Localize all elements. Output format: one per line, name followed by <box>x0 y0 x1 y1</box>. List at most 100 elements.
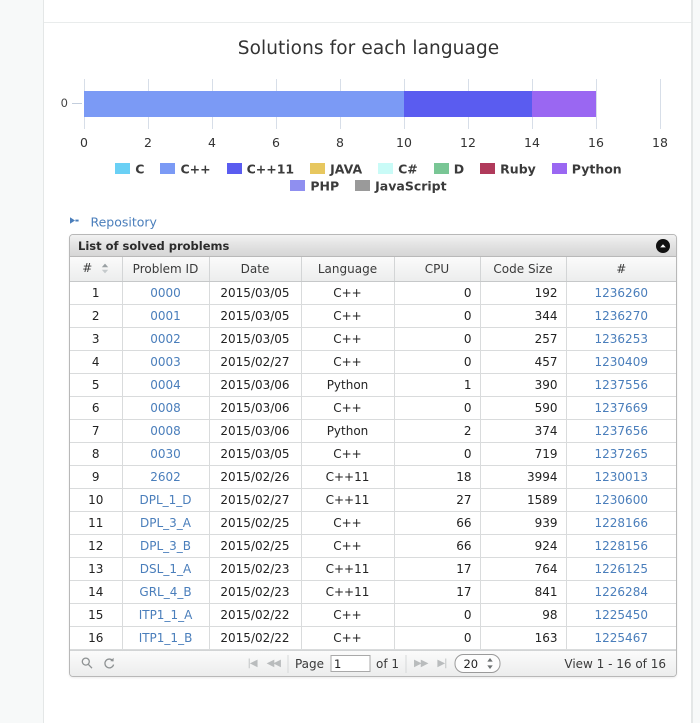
cell-id-link[interactable]: 1225450 <box>595 608 648 622</box>
cell-problem-id[interactable]: 0003 <box>122 350 210 374</box>
cell-problem-id-link[interactable]: 0008 <box>150 401 181 415</box>
cell-id[interactable]: 1225450 <box>566 603 676 627</box>
cell-id[interactable]: 1225467 <box>566 626 676 650</box>
cell-problem-id[interactable]: DPL_3_B <box>122 534 210 558</box>
cell-id[interactable]: 1230600 <box>566 488 676 512</box>
prev-page-icon[interactable]: ◀◀ <box>265 658 282 669</box>
table-row[interactable]: 5 0004 2015/03/06 Python 1 390 1237556 <box>70 373 676 397</box>
repository-link[interactable]: Repository <box>90 215 156 230</box>
cell-id[interactable]: 1237265 <box>566 442 676 466</box>
legend-item-python[interactable]: Python <box>551 161 622 176</box>
refresh-icon[interactable] <box>102 656 116 673</box>
cell-problem-id-link[interactable]: 0000 <box>150 286 181 300</box>
table-row[interactable]: 1 0000 2015/03/05 C++ 0 192 1236260 <box>70 281 676 305</box>
cell-problem-id-link[interactable]: ITP1_1_A <box>139 608 193 622</box>
cell-problem-id-link[interactable]: GRL_4_B <box>139 585 191 599</box>
table-row[interactable]: 12 DPL_3_B 2015/02/25 C++ 66 924 1228156 <box>70 534 676 558</box>
column-header-cpu[interactable]: CPU <box>394 257 481 282</box>
cell-id-link[interactable]: 1237656 <box>595 424 648 438</box>
cell-problem-id[interactable]: 0008 <box>122 419 210 443</box>
table-row[interactable]: 2 0001 2015/03/05 C++ 0 344 1236270 <box>70 304 676 328</box>
table-row[interactable]: 9 2602 2015/02/26 C++11 18 3994 1230013 <box>70 465 676 489</box>
cell-id-link[interactable]: 1228156 <box>595 539 648 553</box>
cell-id-link[interactable]: 1226125 <box>595 562 648 576</box>
column-header-num[interactable]: # <box>70 257 123 282</box>
cell-problem-id-link[interactable]: 0002 <box>150 332 181 346</box>
cell-problem-id[interactable]: 0000 <box>122 281 210 305</box>
cell-id[interactable]: 1228166 <box>566 511 676 535</box>
cell-problem-id[interactable]: DPL_3_A <box>122 511 210 535</box>
cell-id-link[interactable]: 1237669 <box>595 401 648 415</box>
page-size-select[interactable]: 20 <box>454 654 501 673</box>
cell-id-link[interactable]: 1230013 <box>595 470 648 484</box>
table-row[interactable]: 13 DSL_1_A 2015/02/23 C++11 17 764 1226125 <box>70 557 676 581</box>
legend-item-java[interactable]: JAVA <box>310 161 362 176</box>
legend-item-php[interactable]: PHP <box>290 178 339 194</box>
table-row[interactable]: 10 DPL_1_D 2015/02/27 C++11 27 1589 1230600 <box>70 488 676 512</box>
cell-id[interactable]: 1237556 <box>566 373 676 397</box>
cell-id[interactable]: 1226125 <box>566 557 676 581</box>
cell-problem-id-link[interactable]: DPL_3_B <box>140 539 191 553</box>
column-header-date[interactable]: Date <box>209 257 302 282</box>
table-row[interactable]: 16 ITP1_1_B 2015/02/22 C++ 0 163 1225467 <box>70 626 676 650</box>
table-row[interactable]: 8 0030 2015/03/05 C++ 0 719 1237265 <box>70 442 676 466</box>
cell-problem-id[interactable]: GRL_4_B <box>122 580 210 604</box>
cell-id[interactable]: 1228156 <box>566 534 676 558</box>
cell-id-link[interactable]: 1225467 <box>595 631 648 645</box>
cell-problem-id[interactable]: 2602 <box>122 465 210 489</box>
cell-problem-id-link[interactable]: 0008 <box>150 424 181 438</box>
cell-id[interactable]: 1226284 <box>566 580 676 604</box>
chevron-up-icon[interactable] <box>656 239 670 253</box>
cell-id[interactable]: 1236253 <box>566 327 676 351</box>
table-row[interactable]: 3 0002 2015/03/05 C++ 0 257 1236253 <box>70 327 676 351</box>
legend-item-ruby[interactable]: Ruby <box>480 161 536 176</box>
legend-item-cpp11[interactable]: C++11 <box>226 161 294 176</box>
column-header-problem-id[interactable]: Problem ID <box>122 257 210 282</box>
cell-id[interactable]: 1237656 <box>566 419 676 443</box>
cell-problem-id-link[interactable]: DSL_1_A <box>140 562 191 576</box>
cell-problem-id[interactable]: DSL_1_A <box>122 557 210 581</box>
cell-id-link[interactable]: 1237265 <box>595 447 648 461</box>
column-header-language[interactable]: Language <box>301 257 395 282</box>
cell-problem-id-link[interactable]: 0004 <box>150 378 181 392</box>
table-row[interactable]: 6 0008 2015/03/06 C++ 0 590 1237669 <box>70 396 676 420</box>
cell-id[interactable]: 1230013 <box>566 465 676 489</box>
cell-id-link[interactable]: 1230409 <box>595 355 648 369</box>
cell-problem-id[interactable]: DPL_1_D <box>122 488 210 512</box>
search-icon[interactable] <box>80 656 94 673</box>
cell-problem-id-link[interactable]: DPL_3_A <box>140 516 191 530</box>
cell-id[interactable]: 1236270 <box>566 304 676 328</box>
cell-id-link[interactable]: 1236260 <box>595 286 648 300</box>
column-header-id[interactable]: # <box>566 257 676 282</box>
bar-segment-cpp11[interactable] <box>404 91 532 117</box>
table-row[interactable]: 11 DPL_3_A 2015/02/25 C++ 66 939 1228166 <box>70 511 676 535</box>
column-header-code-size[interactable]: Code Size <box>480 257 567 282</box>
first-page-icon[interactable]: |◀ <box>246 658 259 669</box>
legend-item-d[interactable]: D <box>433 161 464 176</box>
cell-id-link[interactable]: 1226284 <box>595 585 648 599</box>
cell-problem-id[interactable]: 0001 <box>122 304 210 328</box>
cell-problem-id[interactable]: ITP1_1_A <box>122 603 210 627</box>
repository-link-row[interactable]: Repository <box>69 213 157 231</box>
cell-problem-id[interactable]: 0002 <box>122 327 210 351</box>
cell-id-link[interactable]: 1230600 <box>595 493 648 507</box>
cell-problem-id-link[interactable]: DPL_1_D <box>139 493 191 507</box>
cell-id[interactable]: 1230409 <box>566 350 676 374</box>
cell-problem-id-link[interactable]: 0001 <box>150 309 181 323</box>
cell-problem-id[interactable]: 0008 <box>122 396 210 420</box>
next-page-icon[interactable]: ▶▶ <box>412 658 429 669</box>
cell-id-link[interactable]: 1236270 <box>595 309 648 323</box>
cell-problem-id[interactable]: 0030 <box>122 442 210 466</box>
cell-problem-id-link[interactable]: 2602 <box>150 470 181 484</box>
cell-problem-id-link[interactable]: 0003 <box>150 355 181 369</box>
cell-id-link[interactable]: 1228166 <box>595 516 648 530</box>
table-row[interactable]: 7 0008 2015/03/06 Python 2 374 1237656 <box>70 419 676 443</box>
cell-problem-id-link[interactable]: 0030 <box>150 447 181 461</box>
table-row[interactable]: 14 GRL_4_B 2015/02/23 C++11 17 841 1226284 <box>70 580 676 604</box>
cell-problem-id[interactable]: ITP1_1_B <box>122 626 210 650</box>
table-row[interactable]: 4 0003 2015/02/27 C++ 0 457 1230409 <box>70 350 676 374</box>
cell-problem-id-link[interactable]: ITP1_1_B <box>139 631 193 645</box>
cell-id-link[interactable]: 1236253 <box>595 332 648 346</box>
cell-problem-id[interactable]: 0004 <box>122 373 210 397</box>
sort-updown-icon[interactable] <box>101 263 109 277</box>
